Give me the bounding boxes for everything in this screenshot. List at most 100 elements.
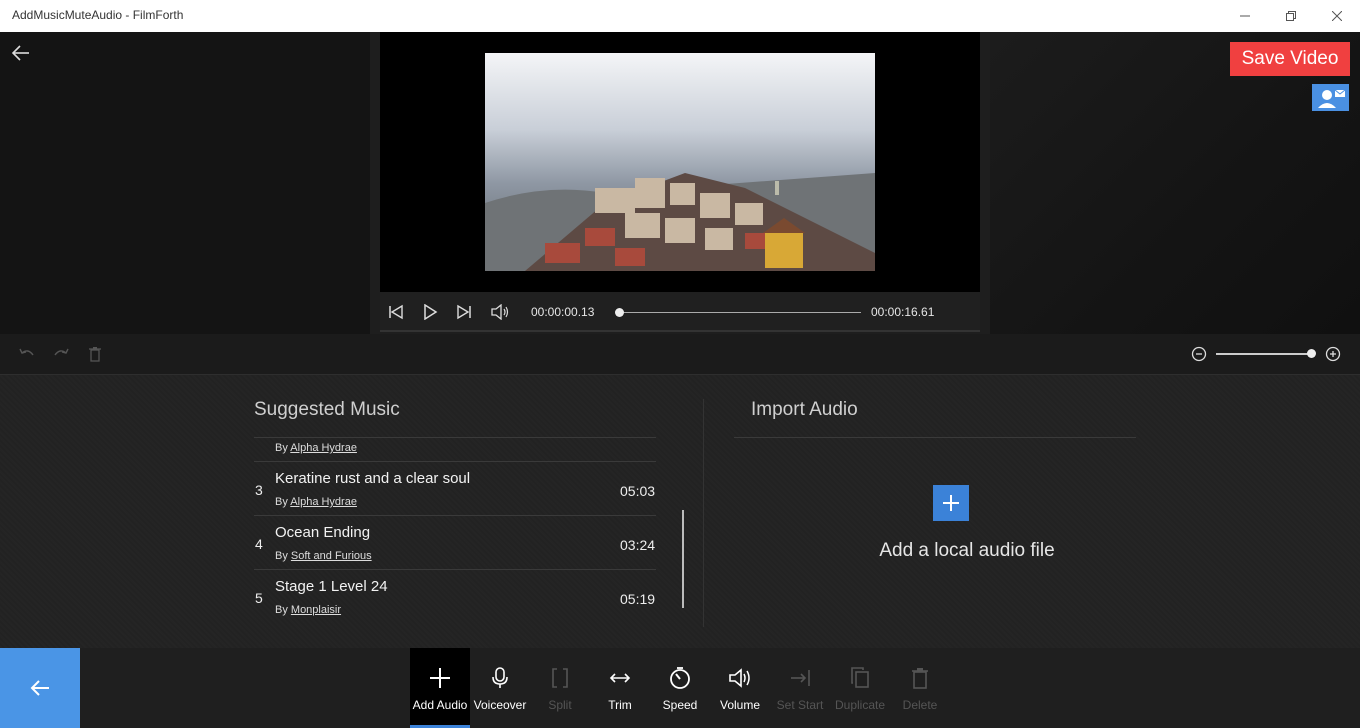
track-artist-partial: By Alpha Hydrae: [275, 442, 357, 454]
divider: [734, 437, 1136, 438]
track-name: Ocean Ending: [275, 524, 371, 541]
video-frame[interactable]: [485, 53, 875, 271]
divider: [254, 515, 656, 516]
back-arrow-icon[interactable]: [10, 42, 32, 64]
import-audio-title: Import Audio: [751, 399, 858, 420]
tool-set-start[interactable]: Set Start: [770, 648, 830, 728]
preview-area: 00:00:00.13 00:00:16.61: [0, 32, 1360, 334]
contact-icon: [1317, 89, 1345, 108]
volume-icon: [727, 666, 753, 690]
play-button[interactable]: [420, 302, 440, 322]
tool-label: Split: [548, 698, 572, 712]
panel-divider: [703, 399, 704, 627]
restore-icon: [1286, 11, 1296, 21]
add-local-audio-label[interactable]: Add a local audio file: [850, 540, 1084, 562]
tool-label: Voiceover: [473, 698, 527, 712]
close-icon: [1332, 11, 1342, 21]
artist-link[interactable]: Monplaisir: [291, 604, 341, 616]
restore-button[interactable]: [1268, 0, 1314, 32]
tool-split[interactable]: Split: [530, 648, 590, 728]
zoom-thumb[interactable]: [1306, 349, 1316, 358]
current-time: 00:00:00.13: [531, 305, 595, 319]
tool-label: Delete: [902, 698, 938, 712]
duplicate-icon: [847, 666, 873, 690]
artist-link[interactable]: Alpha Hydrae: [290, 496, 357, 508]
track-duration: 05:03: [620, 483, 656, 499]
track-number: 4: [255, 536, 263, 552]
tool-speed[interactable]: Speed: [650, 648, 710, 728]
trim-icon: [607, 666, 633, 690]
zoom-in-button[interactable]: [1323, 344, 1343, 364]
total-time: 00:00:16.61: [871, 305, 935, 319]
redo-button[interactable]: [51, 344, 71, 364]
minimize-button[interactable]: [1222, 0, 1268, 32]
zoom-in-icon: [1325, 346, 1341, 362]
video-player: 00:00:00.13 00:00:16.61: [370, 32, 990, 334]
play-icon: [424, 304, 438, 320]
microphone-icon: [487, 666, 513, 690]
skip-forward-button[interactable]: [454, 302, 474, 322]
delete-icon: [907, 666, 933, 690]
skip-back-icon: [389, 304, 403, 320]
track-artist: By Monplaisir: [275, 604, 342, 616]
speaker-icon: [491, 304, 509, 320]
suggested-music-title: Suggested Music: [254, 399, 400, 420]
artist-link[interactable]: Soft and Furious: [291, 550, 372, 562]
tool-delete[interactable]: Delete: [890, 648, 950, 728]
undo-icon: [19, 348, 34, 356]
audio-panel: Suggested Music By Alpha Hydrae 3 Kerati…: [0, 374, 1360, 648]
minimize-icon: [1240, 15, 1250, 17]
player-controls: 00:00:00.13 00:00:16.61: [380, 292, 980, 332]
video-stage: [380, 32, 980, 292]
seek-thumb[interactable]: [615, 308, 625, 317]
left-pane: [0, 32, 370, 334]
tool-label: Trim: [608, 698, 632, 712]
right-pane: [990, 32, 1360, 334]
skip-forward-icon: [457, 304, 471, 320]
undo-button[interactable]: [17, 344, 37, 364]
tool-label: Set Start: [776, 698, 824, 712]
divider: [254, 461, 656, 462]
back-button[interactable]: [0, 648, 80, 728]
zoom-out-icon: [1191, 346, 1207, 362]
back-arrow-icon: [30, 680, 49, 696]
track-duration: 03:24: [620, 537, 656, 553]
tool-add-audio[interactable]: Add Audio: [410, 648, 470, 728]
window-title: AddMusicMuteAudio - FilmForth: [12, 8, 184, 22]
tool-label: Volume: [719, 698, 761, 712]
tool-voiceover[interactable]: Voiceover: [470, 648, 530, 728]
tool-label: Duplicate: [834, 698, 886, 712]
trash-button[interactable]: [85, 344, 105, 364]
tool-trim[interactable]: Trim: [590, 648, 650, 728]
close-window-button[interactable]: [1314, 0, 1360, 32]
trash-icon: [89, 347, 101, 362]
divider: [254, 569, 656, 570]
bottom-toolbar: Add Audio Voiceover Split Trim Speed Vol…: [0, 648, 1360, 728]
zoom-slider[interactable]: [1216, 353, 1311, 355]
plus-icon: [427, 666, 453, 690]
track-duration: 05:19: [620, 591, 656, 607]
divider: [254, 437, 656, 438]
add-local-audio-button[interactable]: [933, 485, 969, 521]
edit-toolbar: [0, 334, 1360, 374]
redo-icon: [54, 348, 69, 356]
artist-link[interactable]: Alpha Hydrae: [290, 442, 357, 454]
seek-bar[interactable]: [618, 312, 861, 313]
track-artist: By Alpha Hydrae: [275, 496, 357, 508]
skip-back-button[interactable]: [386, 302, 406, 322]
window-titlebar: AddMusicMuteAudio - FilmForth: [0, 0, 1360, 32]
tool-label: Speed: [662, 698, 698, 712]
tool-label: Add Audio: [412, 698, 468, 712]
tool-volume[interactable]: Volume: [710, 648, 770, 728]
set-start-icon: [787, 666, 813, 690]
speed-icon: [667, 666, 693, 690]
save-video-button[interactable]: Save Video: [1230, 42, 1350, 76]
mute-button[interactable]: [490, 302, 510, 322]
music-list-scrollbar[interactable]: [682, 510, 684, 608]
track-artist: By Soft and Furious: [275, 550, 372, 562]
tool-duplicate[interactable]: Duplicate: [830, 648, 890, 728]
contact-button[interactable]: [1312, 84, 1349, 111]
split-icon: [547, 666, 573, 690]
track-name: Keratine rust and a clear soul: [275, 470, 471, 487]
zoom-out-button[interactable]: [1189, 344, 1209, 364]
